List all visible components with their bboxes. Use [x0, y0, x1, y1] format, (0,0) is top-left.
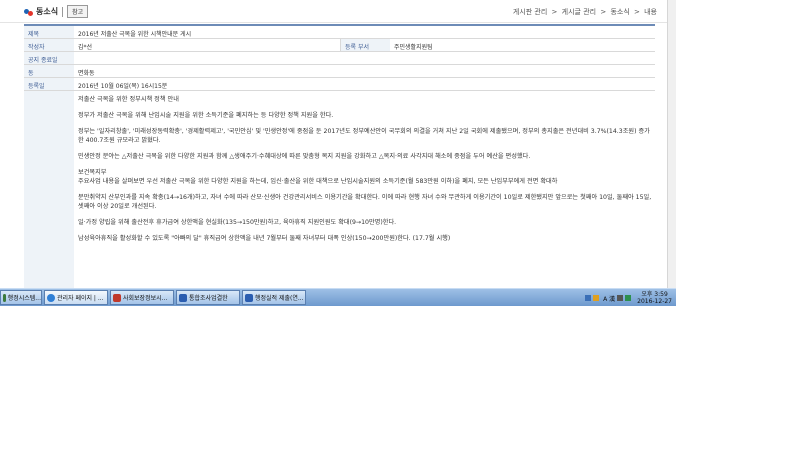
browser-window: 동소식 참고 게시판 관리 > 게시글 관리 > 동소식 > 내용 제목 201… [0, 0, 676, 306]
clock-date: 2016-12-27 [637, 298, 672, 305]
date-value: 2016년 10월 06일(목) 16시15분 [78, 83, 168, 90]
app-icon [245, 293, 253, 302]
author-label: 작성자 [24, 39, 74, 51]
logo-icon [24, 8, 33, 16]
divider [62, 6, 64, 17]
taskbar-item[interactable]: 사회보장정보시... [110, 290, 174, 305]
breadcrumb-sep: > [600, 8, 607, 16]
taskbar-item[interactable]: 통합조사업결한 [176, 290, 240, 305]
app-icon [179, 293, 187, 302]
taskbar-item[interactable]: 행정시스템... [0, 290, 42, 305]
taskbar-item[interactable]: 관리자 페이지 | ... [44, 290, 108, 305]
breadcrumb-item: 내용 [644, 8, 657, 16]
taskbar-item-label: 행정실적 제출(연... [255, 295, 304, 302]
ime-indicator[interactable]: A 漢 [603, 294, 615, 303]
date-row: 등록일 2016년 10월 06일(목) 16시15분 [24, 78, 655, 91]
author-value: 김*선 [78, 44, 93, 51]
content-row: 저출산 극복을 위한 정부시책 정책 안내 정부가 저출산 극복을 위해 난임시… [24, 91, 655, 291]
taskbar-item[interactable]: 행정실적 제출(연... [242, 290, 306, 305]
title-value: 2016년 저출산 극복을 위한 시책안내문 게시 [78, 31, 192, 38]
dong-value: 면화동 [78, 70, 95, 77]
breadcrumb-item[interactable]: 동소식 [610, 8, 629, 16]
content-label [24, 91, 74, 291]
windows-taskbar: 행정시스템... 관리자 페이지 | ... 사회보장정보시... 통합조사업결… [0, 288, 676, 306]
title-label: 제목 [24, 26, 74, 38]
public-end-label: 공지 종료일 [24, 52, 74, 64]
content-paragraph: 보건복지부 [78, 169, 107, 176]
content-paragraph: 저출산 극복을 위한 정부시책 정책 안내 [78, 96, 179, 103]
breadcrumb-sep: > [551, 8, 558, 16]
breadcrumb: 게시판 관리 > 게시글 관리 > 동소식 > 내용 [511, 7, 657, 17]
content-paragraph: 정부가 저출산 극복을 위해 난임시술 지원을 위한 소득기준을 폐지하는 등 … [78, 112, 334, 119]
taskbar-item-label: 사회보장정보시... [123, 295, 168, 302]
app-tray-icon[interactable] [625, 295, 632, 301]
public-end-value [74, 52, 655, 64]
clock[interactable]: 오후 3:59 2016-12-27 [637, 291, 672, 305]
dept-value: 주민생활지원팀 [394, 44, 433, 51]
network-icon[interactable] [585, 295, 592, 301]
title-row: 제목 2016년 저출산 극복을 위한 시책안내문 게시 [24, 26, 655, 39]
taskbar-item-label: 관리자 페이지 | ... [57, 295, 104, 302]
taskbar-item-label: 통합조사업결한 [189, 295, 228, 302]
content-paragraph: 주요사업 내용을 살펴보면 우선 저출산 극복을 위한 다양한 지원을 하는데,… [78, 178, 558, 185]
public-end-row: 공지 종료일 [24, 52, 655, 65]
dong-label: 동 [24, 65, 74, 77]
vertical-scrollbar[interactable] [667, 0, 676, 288]
system-tray: A 漢 오후 3:59 2016-12-27 [583, 290, 672, 306]
post-content: 저출산 극복을 위한 정부시책 정책 안내 정부가 저출산 극복을 위해 난임시… [74, 91, 655, 291]
volume-icon[interactable] [617, 295, 624, 301]
ie-icon [47, 293, 55, 302]
help-button[interactable]: 참고 [67, 5, 89, 18]
content-paragraph: 일·가정 양립을 위해 출산전후 휴가급여 상한액을 현실화(135→150만원… [78, 219, 397, 226]
date-label: 등록일 [24, 78, 74, 90]
content-paragraph: 정부는 '일자리창출', '미래성장동력확충', '경제활력제고', '국민안심… [78, 128, 650, 144]
logo-text: 동소식 [36, 7, 59, 16]
taskbar-item-label: 행정시스템... [7, 295, 41, 302]
breadcrumb-item[interactable]: 게시판 관리 [513, 8, 547, 16]
page-header: 동소식 참고 게시판 관리 > 게시글 관리 > 동소식 > 내용 [0, 0, 667, 23]
author-row: 작성자 김*선 등록 부서 주민생활지원팀 [24, 39, 655, 52]
content-paragraph: 분만취약지 산부인과를 지속 확충(14→16개)하고, 자녀 수에 따라 산모… [78, 194, 652, 210]
clock-time: 오후 3:59 [641, 291, 668, 298]
content-paragraph: 민생안정 분야는 △저출산 극복을 위한 다양한 지원과 함께 △생애주기·수혜… [78, 153, 531, 160]
breadcrumb-sep: > [634, 8, 640, 16]
breadcrumb-item[interactable]: 게시글 관리 [562, 8, 596, 16]
dong-row: 동 면화동 [24, 65, 655, 78]
app-icon [3, 293, 6, 302]
content-paragraph: 남성육아휴직을 활성화할 수 있도록 "아빠의 달" 휴직급여 상한액을 내년 … [78, 235, 451, 242]
app-icon [113, 293, 121, 302]
security-icon[interactable] [593, 295, 600, 301]
logo: 동소식 참고 [24, 5, 89, 18]
post-detail-table: 제목 2016년 저출산 극복을 위한 시책안내문 게시 작성자 김*선 등록 … [24, 24, 655, 291]
dept-label: 등록 부서 [340, 39, 390, 51]
